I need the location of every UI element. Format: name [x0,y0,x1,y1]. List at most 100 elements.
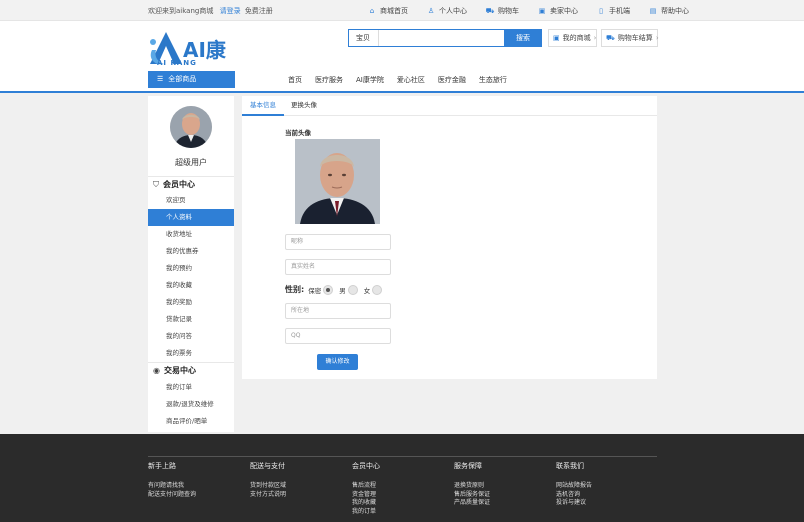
trade-icon: ◉ [153,366,160,375]
sidebar-item-profile[interactable]: 个人资料 [148,209,234,226]
sidebar-item-welcome[interactable]: 欢迎页 [148,192,234,209]
search-box: 宝贝 搜索 [348,29,542,47]
nickname-field[interactable]: 昵称 [285,234,391,250]
cart-checkout-button[interactable]: ⛟ 购物车结算 › [601,29,659,47]
all-categories-label: 全部商品 [168,75,197,83]
real-name-field[interactable]: 真实姓名 [285,259,391,275]
current-avatar-label: 当前头像 [285,129,311,137]
nav-item-travel[interactable]: 生态旅行 [479,75,507,85]
top-links: ⌂ 商城首页 ♙ 个人中心 ⛟ 购物车 ▣ 卖家中心 ▯ 手机端 ▤ 帮助中心 [368,6,708,16]
footer-link[interactable]: 投诉与建议 [556,499,656,508]
footer-column-title: 新手上路 [148,462,176,470]
nav-item-academy[interactable]: AI康学院 [356,75,384,85]
footer-link[interactable]: 有问题请找我 [148,482,248,491]
top-link-label: 卖家中心 [550,7,578,15]
sidebar-item-loans[interactable]: 贷款记录 [148,311,234,328]
cart-checkout-label: 购物车结算 [617,34,653,42]
trade-center-heading: ◉ 交易中心 [148,362,234,376]
top-link-seller[interactable]: ▣ 卖家中心 [538,6,578,16]
header-divider [0,91,804,93]
search-category-select[interactable]: 宝贝 [349,30,379,46]
location-field[interactable]: 所在地 [285,303,391,319]
gender-radio-secret[interactable] [323,284,334,295]
sidebar-item-appointments[interactable]: 我的预约 [148,260,234,277]
qq-field[interactable]: QQ [285,328,391,344]
welcome-message: 欢迎来到aikang商城 [148,7,214,15]
all-categories-button[interactable]: ☰ 全部商品 [148,71,235,88]
portrait-photo [295,139,380,224]
my-shop-button[interactable]: ▣ 我的商城 › [548,29,597,47]
footer-link[interactable]: 配送支付问题查询 [148,491,248,500]
gender-label: 性别: [285,285,305,294]
sidebar-item-coupons[interactable]: 我的优惠券 [148,243,234,260]
user-portrait [170,106,212,148]
nav-item-home[interactable]: 首页 [288,75,302,85]
confirm-button[interactable]: 确认修改 [317,354,358,370]
tab-basic-info[interactable]: 基本信息 [242,96,284,116]
avatar[interactable] [170,106,212,148]
member-icon: ⛉ [153,180,159,189]
footer-link[interactable]: 资金管理 [352,491,452,500]
footer-column-beginner: 新手上路 有问题请找我 配送支付问题查询 [148,461,248,499]
sidebar-item-tickets[interactable]: 我的票务 [148,345,234,362]
gender-option-secret-label: 保密 [308,286,322,295]
footer-divider [148,456,657,457]
top-link-home[interactable]: ⌂ 商城首页 [368,6,408,16]
top-link-label: 个人中心 [439,7,467,15]
footer-link[interactable]: 退换货原则 [454,482,554,491]
nav-item-community[interactable]: 爱心社区 [397,75,425,85]
footer-link[interactable]: 货到付款区域 [250,482,350,491]
sidebar-item-orders[interactable]: 我的订单 [148,379,234,396]
top-link-help[interactable]: ▤ 帮助中心 [649,6,689,16]
sidebar-item-favorites[interactable]: 我的收藏 [148,277,234,294]
footer-column-member: 会员中心 售后流程 资金管理 我的收藏 我的订单 [352,461,452,516]
nav-item-finance[interactable]: 医疗金融 [438,75,466,85]
tab-change-avatar[interactable]: 更换头像 [284,96,324,116]
phone-icon: ▯ [599,7,603,15]
seller-icon: ▣ [538,7,546,15]
footer-column-title: 会员中心 [352,462,380,470]
cart-icon: ⛟ [485,6,495,15]
sidebar-item-reviews[interactable]: 商品评价/晒单 [148,413,234,430]
top-link-mobile[interactable]: ▯ 手机端 [597,6,630,16]
top-link-label: 帮助中心 [661,7,689,15]
footer-link[interactable]: 售后流程 [352,482,452,491]
sidebar-item-qa[interactable]: 我的问答 [148,328,234,345]
top-link-label: 商城首页 [380,7,408,15]
top-link-label: 购物车 [498,7,519,15]
sidebar-item-address[interactable]: 收货地址 [148,226,234,243]
footer-link[interactable]: 我的订单 [352,508,452,517]
footer-link[interactable]: 支付方式说明 [250,491,350,500]
footer-link[interactable]: 售后服务保证 [454,491,554,500]
gender-radio-female[interactable] [372,284,383,295]
top-link-user-center[interactable]: ♙ 个人中心 [427,6,467,16]
logo-subtitle: AI KANG [157,59,197,67]
footer-link[interactable]: 产品质量保证 [454,499,554,508]
footer-link[interactable]: 我的收藏 [352,499,452,508]
footer-column-title: 服务保障 [454,462,482,470]
home-icon: ⌂ [369,7,375,15]
gender-radio-male[interactable] [347,284,358,295]
main-nav: 首页 医疗服务 AI康学院 爱心社区 医疗金融 生态旅行 [288,75,520,85]
footer-link[interactable]: 网站故障报告 [556,482,656,491]
login-link[interactable]: 请登录 [220,7,241,15]
search-button[interactable]: 搜索 [504,29,542,47]
sidebar-item-refunds[interactable]: 退款/退货及维修 [148,396,234,413]
menu-icon: ☰ [157,75,164,83]
trade-center-label: 交易中心 [163,366,196,375]
footer-column-title: 配送与支付 [250,462,285,470]
sidebar-item-rewards[interactable]: 我的奖励 [148,294,234,311]
footer-link[interactable]: 选机咨询 [556,491,656,500]
cart-icon: ⛟ [606,34,615,42]
member-center-heading: ⛉ 会员中心 [148,176,234,190]
footer-column-delivery: 配送与支付 货到付款区域 支付方式说明 [250,461,350,499]
top-link-cart[interactable]: ⛟ 购物车 [486,6,519,16]
search-input[interactable] [380,30,504,46]
sidebar: 超级用户 ⛉ 会员中心 欢迎页 个人资料 收货地址 我的优惠券 我的预约 我的收藏… [148,96,234,432]
profile-tabs: 基本信息 更换头像 [242,96,657,116]
nav-item-medical[interactable]: 医疗服务 [315,75,343,85]
chevron-right-icon: › [593,34,597,42]
shop-icon: ▣ [553,34,560,42]
site-logo[interactable]: AI康 AI KANG [148,30,238,68]
register-link[interactable]: 免费注册 [245,7,273,15]
